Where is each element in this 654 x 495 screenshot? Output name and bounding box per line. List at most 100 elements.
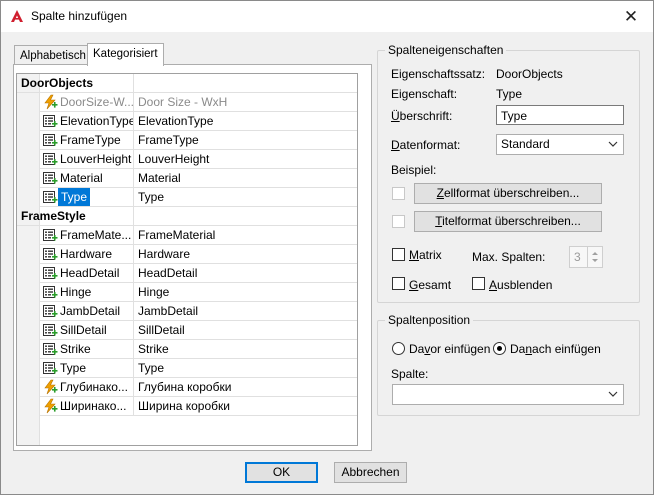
property-set-value: DoorObjects	[496, 67, 563, 81]
property-name-cell[interactable]: Hinge	[40, 283, 134, 302]
property-name-cell[interactable]: HeadDetail	[40, 264, 134, 283]
property-name: Hardware	[60, 247, 113, 261]
property-value-cell: ElevationType	[134, 112, 357, 131]
tree-row[interactable]: Strike Strike	[17, 340, 357, 359]
property-value-cell: Type	[134, 359, 357, 378]
ok-button[interactable]: OK	[245, 462, 318, 483]
tree-row[interactable]: Hardware Hardware	[17, 245, 357, 264]
tree-group-header[interactable]: FrameStyle	[17, 207, 357, 226]
tree-row[interactable]: Hinge Hinge	[17, 283, 357, 302]
tree-row[interactable]: Глубинако... Глубина коробки	[17, 378, 357, 397]
property-value-cell: SillDetail	[134, 321, 357, 340]
example-label: Beispiel:	[391, 163, 437, 177]
insert-after-radio[interactable]	[493, 342, 506, 355]
property-name-cell[interactable]: FrameMate...	[40, 226, 134, 245]
group-name: DoorObjects	[21, 76, 94, 90]
property-name: Hinge	[60, 285, 92, 299]
property-value-cell: FrameType	[134, 131, 357, 150]
chevron-down-icon	[608, 391, 618, 397]
property-name-cell[interactable]: Material	[40, 169, 134, 188]
property-set-label: Eigenschaftssatz:	[391, 67, 486, 81]
property-name-cell[interactable]: SillDetail	[40, 321, 134, 340]
data-format-value: Standard	[501, 137, 550, 151]
tree-row[interactable]: SillDetail SillDetail	[17, 321, 357, 340]
tree-row[interactable]: JambDetail JambDetail	[17, 302, 357, 321]
override-title-format-button[interactable]: Titelformat überschreiben...	[414, 211, 602, 232]
property-value-cell: Hardware	[134, 245, 357, 264]
cancel-button[interactable]: Abbrechen	[334, 462, 407, 483]
property-name: Material	[60, 171, 103, 185]
group-title: Spalteneigenschaften	[385, 43, 507, 57]
title-bar: Spalte hinzufügen ✕	[1, 1, 653, 32]
property-tree[interactable]: DoorObjects DoorSize-W... Door Size - WxH E…	[16, 73, 358, 446]
window-title: Spalte hinzufügen	[31, 9, 128, 23]
close-button[interactable]: ✕	[609, 1, 653, 32]
title-format-checkbox[interactable]	[392, 215, 405, 228]
insert-before-radio[interactable]	[392, 342, 405, 355]
column-divider	[133, 74, 134, 93]
insert-after-label: Danach einfügen	[510, 342, 601, 356]
tree-row[interactable]: Type Type	[17, 188, 357, 207]
property-name: ElevationType	[60, 114, 134, 128]
column-select[interactable]	[392, 384, 624, 405]
insert-before-label: Davor einfügen	[409, 342, 491, 356]
formula-icon	[42, 94, 58, 110]
cell-format-checkbox[interactable]	[392, 187, 405, 200]
property-name-cell[interactable]: JambDetail	[40, 302, 134, 321]
property-value-cell: LouverHeight	[134, 150, 357, 169]
tab-alphabetisch[interactable]: Alphabetisch	[14, 45, 92, 66]
group-title: Spaltenposition	[385, 313, 474, 327]
tab-label: Alphabetisch	[20, 50, 86, 62]
property-name-cell[interactable]: Ширинако...	[40, 397, 134, 416]
data-format-label: Datenformat:	[391, 138, 461, 152]
property-name-cell[interactable]: Глубинако...	[40, 378, 134, 397]
tree-row[interactable]: HeadDetail HeadDetail	[17, 264, 357, 283]
property-name-cell[interactable]: Type	[40, 359, 134, 378]
stepper-arrows[interactable]	[587, 247, 602, 267]
tree-row[interactable]: FrameType FrameType	[17, 131, 357, 150]
property-name-cell[interactable]: FrameType	[40, 131, 134, 150]
property-value-cell: Ширина коробки	[134, 397, 357, 416]
property-name-cell[interactable]: DoorSize-W...	[40, 93, 134, 112]
tab-kategorisiert[interactable]: Kategorisiert	[87, 43, 164, 66]
tree-row[interactable]: Material Material	[17, 169, 357, 188]
total-checkbox[interactable]	[392, 277, 405, 290]
property-icon	[42, 113, 58, 129]
data-format-select[interactable]: Standard	[496, 134, 624, 155]
matrix-checkbox[interactable]	[392, 248, 405, 261]
property-name: Ширинако...	[60, 399, 127, 413]
property-name: FrameMate...	[60, 228, 132, 242]
formula-icon	[42, 398, 58, 414]
tree-row[interactable]: Ширинако... Ширина коробки	[17, 397, 357, 416]
total-label: Gesamt	[409, 278, 452, 292]
max-columns-label: Max. Spalten:	[472, 250, 546, 264]
formula-icon	[42, 379, 58, 395]
tree-group-header[interactable]: DoorObjects	[17, 74, 357, 93]
autocad-app-icon	[11, 10, 23, 22]
property-value-cell: Material	[134, 169, 357, 188]
heading-input[interactable]: Type	[496, 105, 624, 125]
property-value-cell: Hinge	[134, 283, 357, 302]
property-name: Type	[60, 361, 87, 375]
property-name-cell[interactable]: ElevationType	[40, 112, 134, 131]
tree-row[interactable]: Type Type	[17, 359, 357, 378]
property-name-cell[interactable]: LouverHeight	[40, 150, 134, 169]
property-name: HeadDetail	[60, 266, 120, 280]
tree-row[interactable]: DoorSize-W... Door Size - WxH	[17, 93, 357, 112]
tree-row[interactable]: ElevationType ElevationType	[17, 112, 357, 131]
property-name: DoorSize-W...	[60, 95, 134, 109]
spin-arrows-icon	[592, 252, 598, 262]
tree-row[interactable]: FrameMate... FrameMaterial	[17, 226, 357, 245]
property-name-cell[interactable]: Hardware	[40, 245, 134, 264]
max-columns-stepper[interactable]: 3	[569, 246, 603, 268]
property-icon	[42, 132, 58, 148]
property-icon	[42, 360, 58, 376]
hide-checkbox[interactable]	[472, 277, 485, 290]
property-name-cell[interactable]: Strike	[40, 340, 134, 359]
tree-row[interactable]: LouverHeight LouverHeight	[17, 150, 357, 169]
property-value-cell: FrameMaterial	[134, 226, 357, 245]
column-position-group: Spaltenposition Davor einfügen Danach ei…	[377, 313, 640, 416]
override-cell-format-button[interactable]: Zellformat überschreiben...	[414, 183, 602, 204]
property-name: LouverHeight	[60, 152, 132, 166]
property-name-cell[interactable]: Type	[40, 188, 134, 207]
